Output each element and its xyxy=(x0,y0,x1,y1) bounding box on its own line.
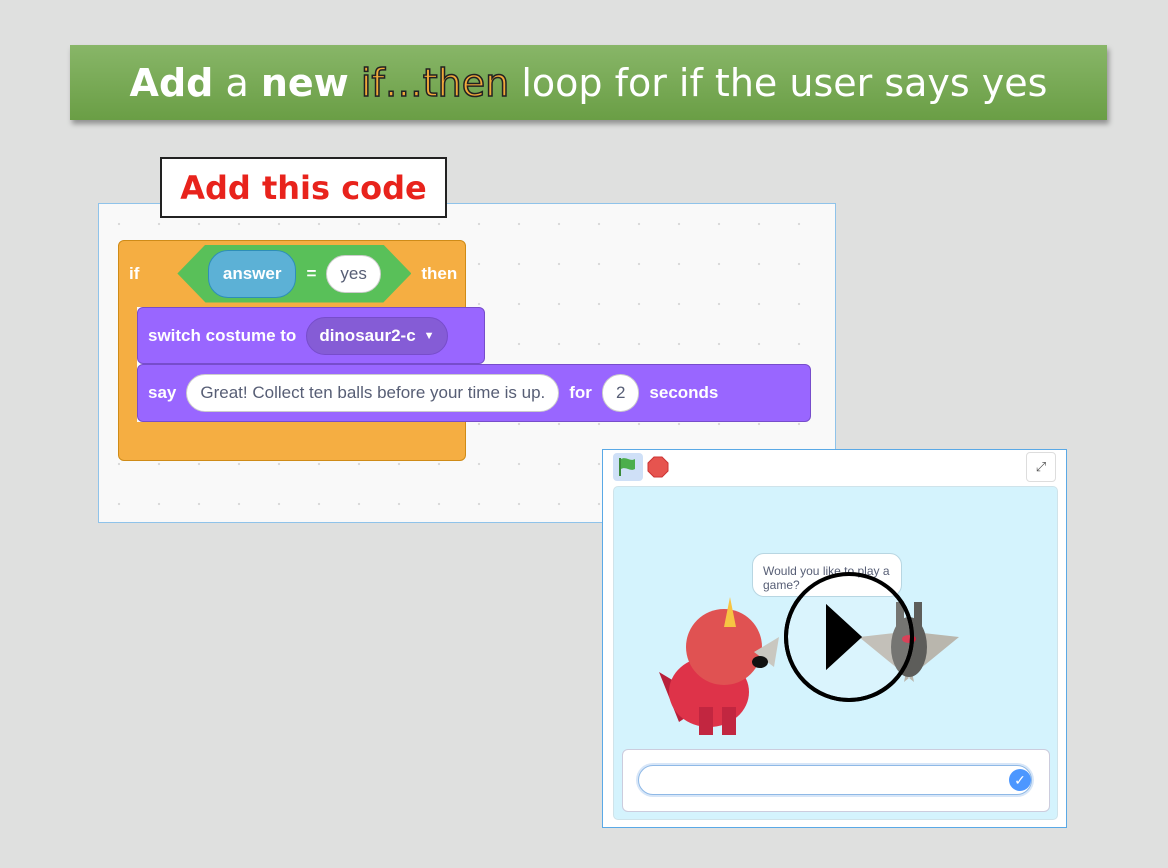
dinosaur-sprite xyxy=(659,597,779,735)
seconds-label: seconds xyxy=(649,383,719,402)
stop-button[interactable] xyxy=(647,456,669,483)
costume-value: dinosaur2-c xyxy=(319,325,416,345)
switch-costume-label: switch costume to xyxy=(148,325,297,345)
equals-operator-block[interactable]: answer = yes xyxy=(177,244,412,303)
green-flag-button[interactable] xyxy=(613,453,643,481)
green-flag-icon xyxy=(619,458,635,476)
for-label: for xyxy=(569,383,592,402)
slide-title: Add a new if…then loop for if the user s… xyxy=(70,45,1107,120)
title-highlight: if…then xyxy=(360,60,510,106)
operator-label: = xyxy=(306,263,317,283)
fullscreen-icon: ⤢ xyxy=(1035,459,1047,474)
say-label: say xyxy=(148,383,177,402)
title-word: a xyxy=(213,60,261,105)
ask-prompt: ✓ xyxy=(622,749,1050,812)
answer-input[interactable] xyxy=(638,765,1032,795)
stop-icon xyxy=(647,456,669,478)
say-for-seconds-block[interactable]: say Great! Collect ten balls before your… xyxy=(137,364,811,422)
seconds-input[interactable]: 2 xyxy=(601,374,640,412)
dropdown-arrow-icon: ▼ xyxy=(423,329,435,342)
if-header: if answer = yes then xyxy=(129,240,457,307)
stage-canvas[interactable]: Would you like to play a game? ✓ xyxy=(613,486,1058,820)
title-word: loop for if the user says yes xyxy=(509,60,1048,105)
switch-costume-block[interactable]: switch costume to dinosaur2-c ▼ xyxy=(137,307,485,364)
title-space xyxy=(349,61,361,105)
costume-dropdown[interactable]: dinosaur2-c ▼ xyxy=(306,316,448,355)
message-input[interactable]: Great! Collect ten balls before your tim… xyxy=(186,374,560,412)
stage-panel: ⤢ Would you like to play a game? ✓ xyxy=(602,449,1067,828)
check-icon: ✓ xyxy=(1014,771,1026,788)
callout-label: Add this code xyxy=(160,157,447,218)
fullscreen-button[interactable]: ⤢ xyxy=(1026,452,1056,482)
if-label: if xyxy=(129,263,140,283)
title-word: Add xyxy=(129,60,214,105)
title-word: new xyxy=(260,60,349,105)
speech-bubble: Would you like to play a game? xyxy=(752,553,902,597)
submit-check-button[interactable]: ✓ xyxy=(1009,769,1031,791)
compare-value-input[interactable]: yes xyxy=(326,254,381,293)
then-label: then xyxy=(421,263,458,283)
answer-reporter[interactable]: answer xyxy=(207,249,297,298)
